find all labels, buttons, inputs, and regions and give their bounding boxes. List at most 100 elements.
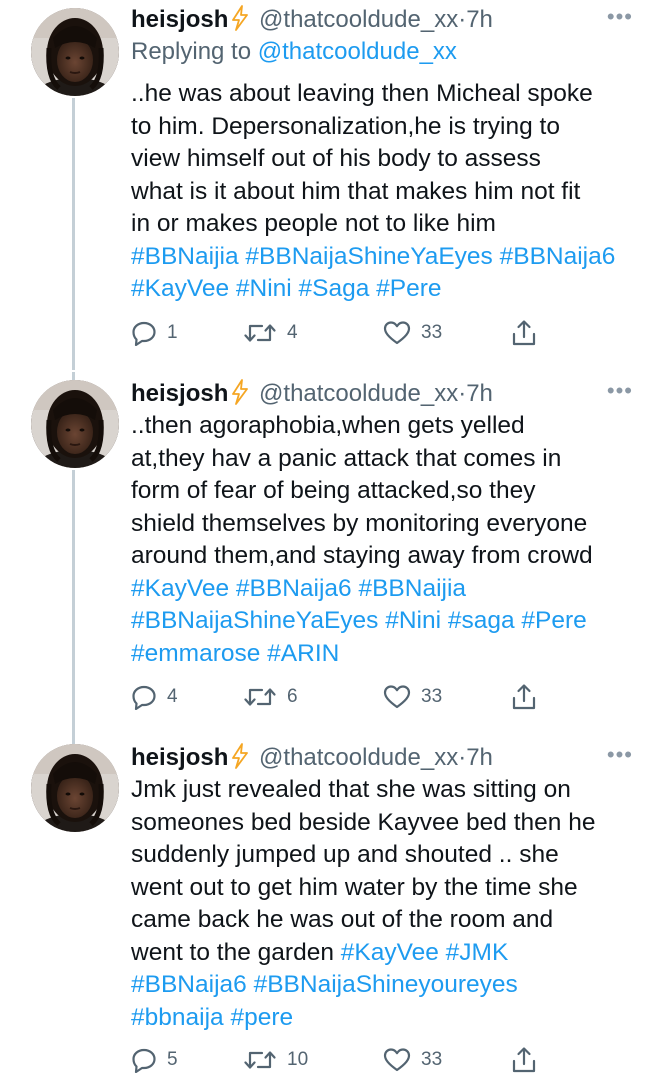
avatar[interactable] bbox=[31, 380, 119, 468]
lightning-bolt-icon bbox=[230, 379, 250, 416]
share-icon bbox=[511, 319, 537, 347]
text-line: someones bed beside Kayvee bed then he bbox=[131, 808, 596, 836]
hashtag-inline[interactable]: #KayVee #JMK bbox=[341, 939, 509, 966]
share-icon bbox=[511, 683, 537, 711]
retweet-button[interactable]: 4 bbox=[243, 316, 298, 350]
avatar[interactable] bbox=[31, 744, 119, 832]
reply-icon bbox=[131, 684, 157, 710]
author-handle[interactable]: @thatcooldude_xx bbox=[259, 744, 458, 771]
hashtags[interactable]: #BBNaija6 #BBNaijaShineyoureyes #bbnaija… bbox=[131, 969, 633, 1034]
text-line: came back he was out of the room and bbox=[131, 906, 554, 933]
hashtag-line[interactable]: #emmarose #ARIN bbox=[131, 638, 633, 671]
more-options-icon[interactable]: ••• bbox=[607, 376, 633, 406]
replying-to: Replying to @thatcooldude_xx bbox=[131, 36, 633, 68]
like-count: 33 bbox=[421, 686, 443, 707]
hashtags[interactable]: #KayVee #BBNaija6 #BBNaijia #BBNaijaShin… bbox=[131, 573, 633, 671]
separator: · bbox=[458, 380, 467, 407]
retweet-button[interactable]: 6 bbox=[243, 680, 298, 714]
text-line: view himself out of his body to assess bbox=[131, 145, 541, 172]
retweet-icon bbox=[243, 1047, 277, 1073]
separator: · bbox=[458, 6, 467, 33]
reply-count: 5 bbox=[167, 1049, 178, 1070]
tweet-header: heisjosh @thatcooldude_xx·7h ••• bbox=[131, 376, 633, 412]
author-name[interactable]: heisjosh bbox=[131, 380, 228, 407]
tweet-text: ..he was about leaving then Micheal spok… bbox=[131, 78, 633, 241]
retweet-count: 10 bbox=[287, 1049, 309, 1070]
retweet-icon bbox=[243, 320, 277, 346]
thread-line bbox=[72, 736, 75, 744]
tweet[interactable]: heisjosh @thatcooldude_xx·7h ••• Replyin… bbox=[0, 0, 653, 370]
replying-prefix: Replying to bbox=[131, 38, 252, 65]
timestamp[interactable]: 7h bbox=[466, 744, 493, 771]
reply-button[interactable]: 5 bbox=[131, 1043, 178, 1077]
author-name[interactable]: heisjosh bbox=[131, 744, 228, 771]
like-button[interactable]: 33 bbox=[383, 1043, 442, 1077]
text-line: ..then agoraphobia,when gets yelled bbox=[131, 412, 525, 439]
like-count: 33 bbox=[421, 322, 443, 343]
like-button[interactable]: 33 bbox=[383, 316, 442, 350]
hashtag-line[interactable]: #KayVee #BBNaija6 #BBNaijia bbox=[131, 573, 633, 606]
share-button[interactable] bbox=[511, 680, 537, 714]
replying-mention[interactable]: @thatcooldude_xx bbox=[258, 38, 457, 65]
thread-line bbox=[72, 98, 75, 370]
retweet-icon bbox=[243, 684, 277, 710]
more-options-icon[interactable]: ••• bbox=[607, 740, 633, 770]
text-line: in or makes people not to like him bbox=[131, 210, 496, 237]
avatar[interactable] bbox=[31, 8, 119, 96]
reply-icon bbox=[131, 320, 157, 346]
text-line: suddenly jumped up and shouted .. she bbox=[131, 841, 559, 868]
lightning-bolt-icon bbox=[230, 5, 250, 42]
text-line: Jmk just revealed that she was sitting o… bbox=[131, 776, 571, 803]
tweet-text: Jmk just revealed that she was sitting o… bbox=[131, 774, 633, 969]
hashtag-line[interactable]: #bbnaija #pere bbox=[131, 1002, 633, 1035]
tweet-actions: 5 10 33 bbox=[131, 1043, 551, 1077]
hashtags[interactable]: #BBNaijia #BBNaijaShineYaEyes #BBNaija6 … bbox=[131, 241, 633, 306]
author-handle[interactable]: @thatcooldude_xx bbox=[259, 380, 458, 407]
hashtag-line[interactable]: #KayVee #Nini #Saga #Pere bbox=[131, 273, 633, 306]
author-handle[interactable]: @thatcooldude_xx bbox=[259, 6, 458, 33]
timestamp[interactable]: 7h bbox=[466, 380, 493, 407]
tweet-header: heisjosh @thatcooldude_xx·7h ••• bbox=[131, 2, 633, 38]
reply-button[interactable]: 4 bbox=[131, 680, 178, 714]
retweet-button[interactable]: 10 bbox=[243, 1043, 308, 1077]
text-line: went out to get him water by the time sh… bbox=[131, 873, 578, 901]
author-name[interactable]: heisjosh bbox=[131, 6, 228, 33]
separator: · bbox=[458, 744, 467, 771]
share-icon bbox=[511, 1046, 537, 1074]
heart-icon bbox=[383, 1047, 411, 1073]
text-line: form of fear of being attacked,so they bbox=[131, 477, 536, 504]
text-line: shield themselves by monitoring everyone bbox=[131, 509, 588, 537]
reply-count: 4 bbox=[167, 686, 178, 707]
tweet-actions: 4 6 33 bbox=[131, 680, 551, 714]
share-button[interactable] bbox=[511, 316, 537, 350]
text-line: ..he was about leaving then Micheal spok… bbox=[131, 80, 593, 107]
share-button[interactable] bbox=[511, 1043, 537, 1077]
tweet[interactable]: heisjosh @thatcooldude_xx·7h ••• Jmk jus… bbox=[0, 736, 653, 1080]
timestamp[interactable]: 7h bbox=[466, 6, 493, 33]
hashtag-line[interactable]: #BBNaijia #BBNaijaShineYaEyes #BBNaija6 bbox=[131, 241, 633, 274]
reply-button[interactable]: 1 bbox=[131, 316, 178, 350]
thread-line bbox=[72, 372, 75, 380]
hashtag-line[interactable]: #BBNaija6 #BBNaijaShineyoureyes bbox=[131, 969, 633, 1002]
lightning-bolt-icon bbox=[230, 743, 250, 780]
retweet-count: 4 bbox=[287, 322, 298, 343]
reply-icon bbox=[131, 1047, 157, 1073]
tweet-text: ..then agoraphobia,when gets yelled at,t… bbox=[131, 410, 633, 573]
reply-count: 1 bbox=[167, 322, 178, 343]
tweet-header: heisjosh @thatcooldude_xx·7h ••• bbox=[131, 740, 633, 776]
more-options-icon[interactable]: ••• bbox=[607, 2, 633, 32]
like-button[interactable]: 33 bbox=[383, 680, 442, 714]
text-line: went to the garden #KayVee #JMK bbox=[131, 937, 633, 970]
like-count: 33 bbox=[421, 1049, 443, 1070]
text-line: at,they hav a panic attack that comes in bbox=[131, 444, 562, 472]
tweet-actions: 1 4 33 bbox=[131, 316, 551, 350]
thread-line bbox=[72, 470, 75, 736]
heart-icon bbox=[383, 320, 411, 346]
heart-icon bbox=[383, 684, 411, 710]
text-line: to him. Depersonalization,he is trying t… bbox=[131, 112, 560, 140]
tweet[interactable]: heisjosh @thatcooldude_xx·7h ••• ..then … bbox=[0, 372, 653, 736]
retweet-count: 6 bbox=[287, 686, 298, 707]
text-segment: went to the garden bbox=[131, 938, 341, 966]
hashtag-line[interactable]: #BBNaijaShineYaEyes #Nini #saga #Pere bbox=[131, 605, 633, 638]
text-line: what is it about him that makes him not … bbox=[131, 177, 581, 205]
